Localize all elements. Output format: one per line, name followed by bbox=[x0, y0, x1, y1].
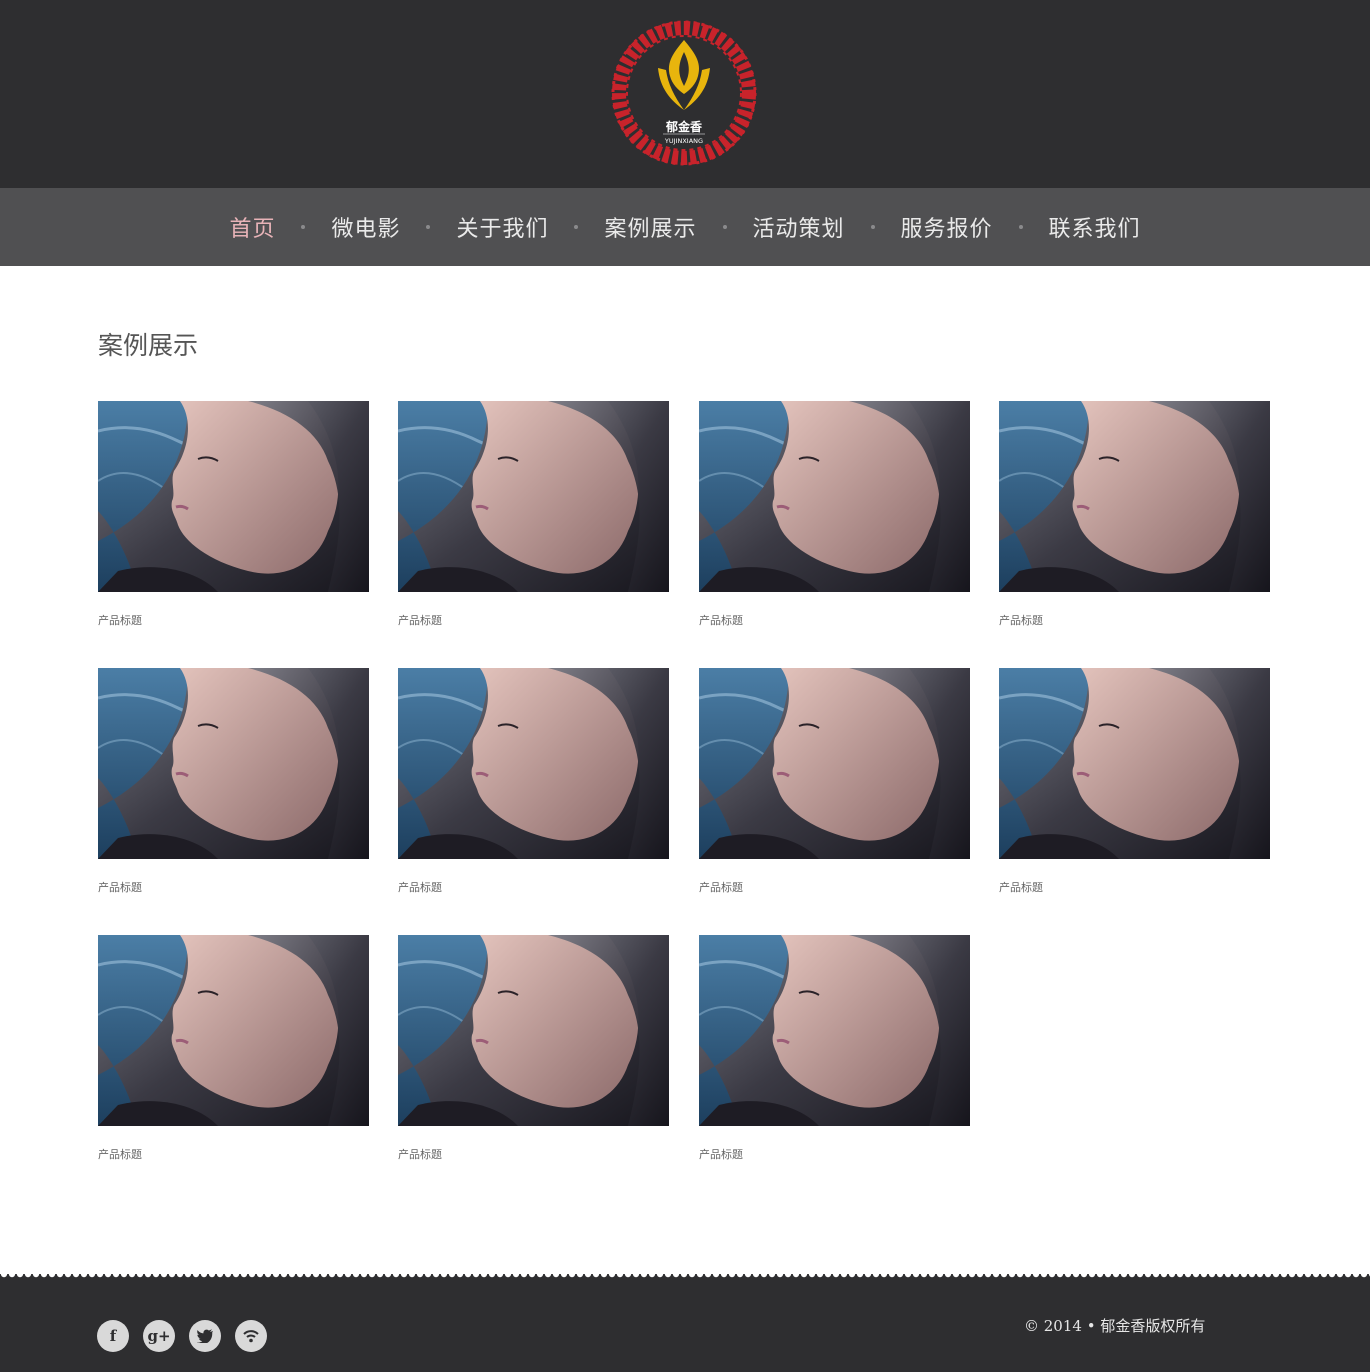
case-card[interactable]: 产品标题 bbox=[999, 668, 1270, 895]
case-thumbnail-image[interactable] bbox=[999, 668, 1270, 859]
case-card[interactable]: 产品标题 bbox=[699, 401, 970, 628]
case-title[interactable]: 产品标题 bbox=[398, 1146, 669, 1162]
case-thumbnail-image[interactable] bbox=[98, 935, 369, 1126]
logo-emblem: 郁金香 YUJINXIANG bbox=[611, 20, 757, 166]
case-thumbnail-image[interactable] bbox=[999, 401, 1270, 592]
case-card[interactable]: 产品标题 bbox=[98, 935, 369, 1162]
case-title[interactable]: 产品标题 bbox=[398, 879, 669, 895]
case-thumbnail-image[interactable] bbox=[699, 401, 970, 592]
case-card[interactable]: 产品标题 bbox=[398, 668, 669, 895]
case-thumbnail-image[interactable] bbox=[398, 401, 669, 592]
site-header: 郁金香 YUJINXIANG bbox=[0, 0, 1370, 188]
nav-separator-dot bbox=[1018, 225, 1023, 229]
svg-text:YUJINXIANG: YUJINXIANG bbox=[664, 137, 703, 145]
social-links: f g+ bbox=[97, 1320, 267, 1352]
nav-list: 首页 微电影 关于我们 案例展示 活动策划 服务报价 联系我们 bbox=[0, 188, 1370, 266]
case-card[interactable]: 产品标题 bbox=[98, 401, 369, 628]
nav-separator-dot bbox=[870, 225, 875, 229]
case-title[interactable]: 产品标题 bbox=[699, 879, 970, 895]
case-card[interactable]: 产品标题 bbox=[98, 668, 369, 895]
case-thumbnail-image[interactable] bbox=[699, 668, 970, 859]
rss-icon[interactable] bbox=[235, 1320, 267, 1352]
page-title: 案例展示 bbox=[98, 331, 199, 360]
site-logo[interactable]: 郁金香 YUJINXIANG bbox=[608, 18, 760, 168]
case-card[interactable]: 产品标题 bbox=[999, 401, 1270, 628]
facebook-glyph: f bbox=[109, 1327, 117, 1345]
case-card[interactable]: 产品标题 bbox=[699, 935, 970, 1162]
case-title[interactable]: 产品标题 bbox=[999, 612, 1270, 628]
case-title[interactable]: 产品标题 bbox=[999, 879, 1270, 895]
case-thumbnail-image[interactable] bbox=[98, 401, 369, 592]
case-title[interactable]: 产品标题 bbox=[699, 1146, 970, 1162]
nav-separator-dot bbox=[301, 225, 306, 229]
nav-item-4[interactable]: 活动策划 bbox=[753, 211, 845, 243]
case-thumbnail-image[interactable] bbox=[98, 668, 369, 859]
footer-scallop-edge bbox=[0, 1274, 1370, 1280]
nav-separator-dot bbox=[722, 225, 727, 229]
nav-item-5[interactable]: 服务报价 bbox=[901, 211, 993, 243]
site-footer: f g+ © 2014 • 郁金香版权所有 bbox=[0, 1274, 1370, 1372]
main-nav: 首页 微电影 关于我们 案例展示 活动策划 服务报价 联系我们 bbox=[0, 188, 1370, 266]
case-title[interactable]: 产品标题 bbox=[98, 1146, 369, 1162]
twitter-icon[interactable] bbox=[189, 1320, 221, 1352]
case-card[interactable]: 产品标题 bbox=[398, 401, 669, 628]
case-thumbnail-image[interactable] bbox=[398, 668, 669, 859]
case-card[interactable]: 产品标题 bbox=[699, 668, 970, 895]
case-thumbnail-image[interactable] bbox=[699, 935, 970, 1126]
nav-separator-dot bbox=[426, 225, 431, 229]
nav-item-2[interactable]: 关于我们 bbox=[456, 211, 548, 243]
nav-item-3[interactable]: 案例展示 bbox=[604, 211, 696, 243]
google-plus-glyph: g+ bbox=[147, 1327, 171, 1345]
case-title[interactable]: 产品标题 bbox=[398, 612, 669, 628]
google-plus-icon[interactable]: g+ bbox=[143, 1320, 175, 1352]
nav-item-6[interactable]: 联系我们 bbox=[1049, 211, 1141, 243]
case-title[interactable]: 产品标题 bbox=[699, 612, 970, 628]
nav-separator-dot bbox=[574, 225, 579, 229]
nav-item-0[interactable]: 首页 bbox=[229, 211, 275, 243]
case-title[interactable]: 产品标题 bbox=[98, 612, 369, 628]
nav-item-1[interactable]: 微电影 bbox=[331, 211, 400, 243]
case-card[interactable]: 产品标题 bbox=[398, 935, 669, 1162]
svg-text:郁金香: 郁金香 bbox=[665, 119, 702, 134]
case-title[interactable]: 产品标题 bbox=[98, 879, 369, 895]
case-thumbnail-image[interactable] bbox=[398, 935, 669, 1126]
facebook-icon[interactable]: f bbox=[97, 1320, 129, 1352]
copyright-text: © 2014 • 郁金香版权所有 bbox=[1024, 1317, 1206, 1335]
